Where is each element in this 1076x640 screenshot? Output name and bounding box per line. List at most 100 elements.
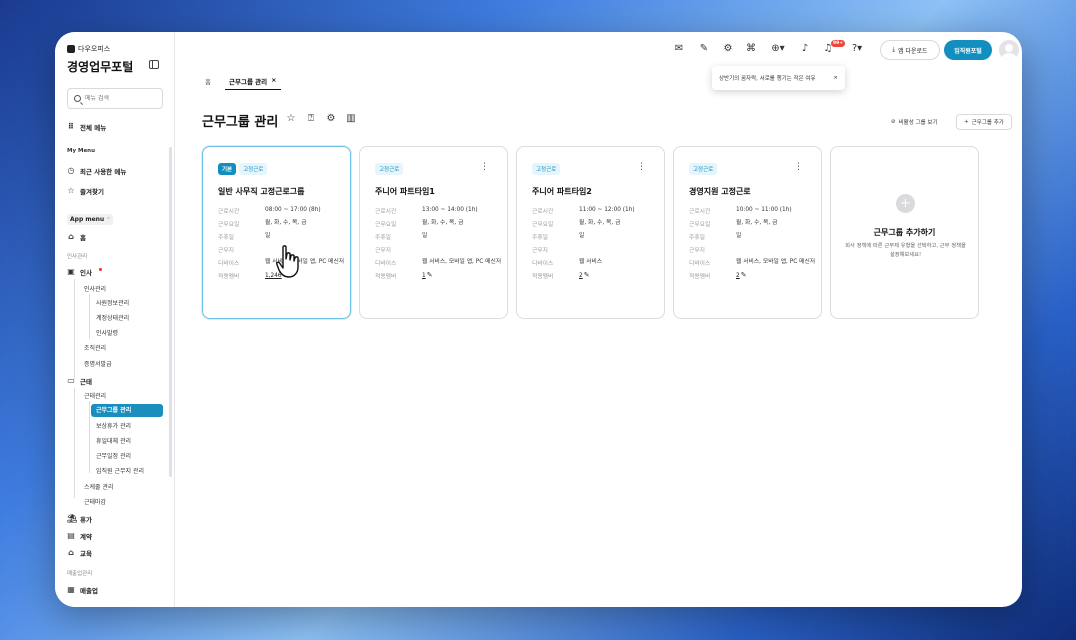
sidebar-sub-workplace[interactable]: 임직원 근무지 관리 [96,466,144,475]
members-count-link[interactable]: 2 [579,273,583,279]
sidebar-sub-holiday-sub[interactable]: 휴일대체 관리 [96,436,131,445]
label-work-time: 근로시간 [375,209,397,215]
more-options-icon[interactable]: ⋮ [480,163,489,172]
mail-icon[interactable]: ✉ [673,43,685,55]
sidebar-item-label: 인사 [80,269,92,277]
tab-label: 근무그룹 관리 [229,78,268,86]
value-holiday: 일 [422,233,428,239]
default-tag: 기본 [218,163,237,175]
sidebar-sub-attendance-close[interactable]: 근태마감 [84,497,106,506]
new-dot-icon [98,267,102,271]
sidebar-item-education[interactable]: ⌂ 교육 [67,548,92,559]
gear-icon[interactable]: ⚙ [325,113,337,125]
add-work-group-card[interactable]: + 근무그룹 추가하기 회사 정책에 따른 근무제 유형을 선택하고, 근무 정… [830,146,979,319]
label-work-days: 근무요일 [532,222,554,228]
value-work-time: 10:00 ~ 11:00 (1h) [736,207,792,213]
work-group-card[interactable]: 기본 고정근로 일반 사무직 고정근로그룹 근로시간 08:00 ~ 17:00 … [202,146,351,319]
sidebar-item-label: 교육 [80,550,92,558]
sidebar-item-label: 홈 [80,234,86,242]
help-icon[interactable]: ?▾ [847,43,867,55]
tree-line [89,294,90,339]
label-work-time: 근로시간 [218,209,240,215]
card-title: 일반 사무직 고정근로그룹 [218,187,305,196]
sidebar-sub-hr-mgmt[interactable]: 인사관리 [84,284,106,293]
menu-search[interactable] [67,88,163,109]
pencil-icon[interactable]: ✎ [584,271,590,279]
sidebar-item-label: 즐겨찾기 [80,188,104,196]
sidebar-item-label: 매출업 [80,587,98,595]
members-count-link[interactable]: 2 [736,273,740,279]
sidebar-sub-comp-leave[interactable]: 보상휴가 관리 [96,421,131,430]
pencil-icon[interactable]: ✎ [741,271,747,279]
settings-icon[interactable]: ⚙ [722,43,734,55]
members-count-link[interactable]: 1 [422,273,426,279]
sidebar-sub-org-mgmt[interactable]: 조직관리 [84,343,106,352]
work-group-card[interactable]: 고정근로 ⋮ 주니어 파트타임2 근로시간 11:00 ~ 12:00 (1h) … [516,146,665,319]
sidebar-item-recent[interactable]: ◷ 최근 사용한 메뉴 [67,166,127,177]
app-menu-label[interactable]: App menu ⌃ [67,214,114,225]
sidebar-item-label: 휴가 [80,516,92,524]
tab-home[interactable]: 홈 [205,76,211,86]
sidebar-sub-certificate[interactable]: 증명서발급 [84,359,112,368]
tab-close-icon[interactable]: × [271,76,276,89]
more-options-icon[interactable]: ⋮ [637,163,646,172]
sidebar-item-home[interactable]: ⌂ 홈 [67,232,86,243]
label-members: 적용멤버 [218,274,240,280]
employee-portal-button[interactable]: 임직원포털 [944,40,992,60]
approval-icon[interactable]: ✎ [698,43,710,55]
sidebar-item-hr[interactable]: ▣ 인사 [67,267,102,277]
help-box-icon[interactable]: ⍰ [305,113,317,125]
sidebar-item-all-menu[interactable]: ⠿ 전체 메뉴 [67,122,106,133]
value-holiday: 일 [579,233,585,239]
label-workplace: 근무지 [375,248,391,254]
sidebar-scrollbar[interactable] [169,147,172,477]
tooltip-close-icon[interactable]: × [833,75,838,81]
label-work-days: 근무요일 [375,222,397,228]
card-title: 경영지원 고정근로 [689,187,751,196]
book-icon[interactable]: ▥ [345,113,357,125]
sidebar-sub-work-schedule[interactable]: 근무일정 관리 [96,451,131,460]
sidebar-item-sales[interactable]: ▦ 매출업 [67,585,98,596]
label-workplace: 근무지 [218,248,234,254]
add-work-group-button[interactable]: + 근무그룹 추가 [956,114,1012,130]
sidebar-item-label: 근태 [80,378,92,386]
sidebar-item-favorites[interactable]: ☆ 즐겨찾기 [67,186,104,197]
speaker-icon[interactable]: ♪ [798,43,812,55]
menu-search-input[interactable] [85,95,155,102]
sidebar-collapse-icon[interactable] [149,60,159,69]
chevron-up-icon: ⌃ [106,217,111,223]
sidebar-sub-attendance-mgmt[interactable]: 근태관리 [84,391,106,400]
tab-work-group[interactable]: 근무그룹 관리 × [225,72,281,90]
sidebar-sub-schedule[interactable]: 스케줄 관리 [84,482,114,491]
sidebar-sub-employee-info[interactable]: 사원정보관리 [96,298,129,307]
inactive-groups-toggle[interactable]: ⊘ 비활성 그룹 보기 [891,118,938,126]
value-workplace [579,245,659,254]
hr-section-label: 인사관리 [67,254,88,260]
sidebar-sub-appointment[interactable]: 인사발령 [96,328,118,337]
work-group-card[interactable]: 고정근로 ⋮ 경영지원 고정근로 근로시간 10:00 ~ 11:00 (1h) … [673,146,822,319]
brand[interactable]: 다우오피스 [67,44,110,54]
label-work-time: 근로시간 [532,209,554,215]
brand-name: 다우오피스 [78,45,111,53]
plus-circle-icon: + [896,194,915,213]
sidebar-sub-work-group-active[interactable]: 근무그룹 관리 [91,404,163,417]
sidebar-item-contract[interactable]: ▤ 계약 [67,531,92,542]
work-group-card[interactable]: 고정근로 ⋮ 주니어 파트타임1 근로시간 13:00 ~ 14:00 (1h) … [359,146,508,319]
type-tag: 고정근로 [532,163,561,175]
sidebar-sub-account-status[interactable]: 계정상태관리 [96,313,129,322]
globe-icon[interactable]: ⊕▾ [768,43,788,55]
value-work-time: 11:00 ~ 12:00 (1h) [579,207,635,213]
star-icon[interactable]: ☆ [285,113,297,125]
portal-title: 경영업무포털 [67,60,134,74]
more-options-icon[interactable]: ⋮ [794,163,803,172]
sidebar-item-label: 계약 [80,533,92,541]
label-work-days: 근무요일 [218,222,240,228]
star-icon: ☆ [67,186,75,195]
app-download-button[interactable]: ⤓ 앱 다운로드 [880,40,940,60]
avatar[interactable] [999,40,1019,60]
sidebar-item-attendance[interactable]: ▭ 근태 [67,376,92,387]
sidebar-item-vacation[interactable]: ⛱ 휴가 [67,514,92,525]
pencil-icon[interactable]: ✎ [427,271,433,279]
download-label: 앱 다운로드 [898,47,928,55]
organization-icon[interactable]: ⌘ [745,43,757,55]
